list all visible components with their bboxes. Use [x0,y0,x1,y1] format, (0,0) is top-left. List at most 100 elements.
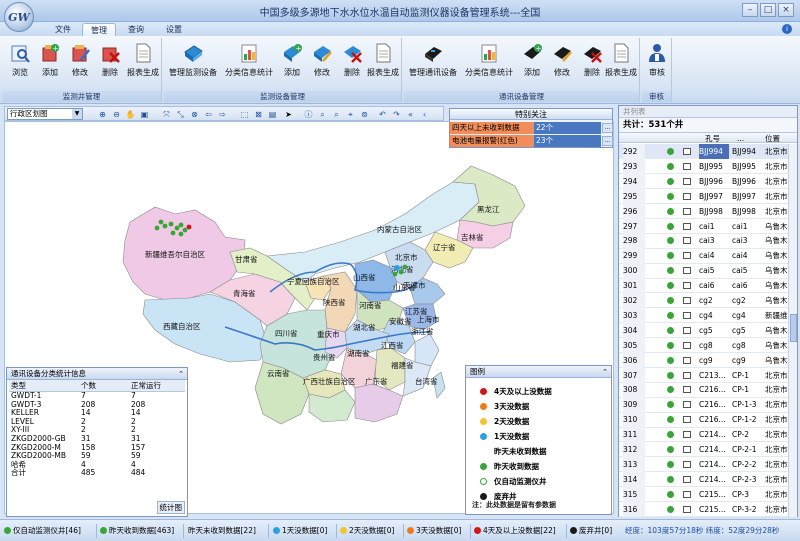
well-row[interactable]: 308 C216... CP-1 北京市 [619,382,789,398]
maximize-button[interactable]: □ [760,3,776,17]
well-row[interactable]: 314 C214... CP-2-3 北京市 [619,471,789,488]
grid-icon[interactable] [683,311,691,319]
well-row[interactable]: 294 BJJ996 BJJ996 北京市 [619,173,789,190]
well-marker[interactable] [178,231,184,237]
clear-selection-icon[interactable]: ⊠ [253,109,264,120]
stats-chart-button[interactable]: 统计图 [156,501,185,514]
col-ellipsis[interactable]: ... [737,133,744,144]
grid-icon[interactable] [683,401,691,409]
grid-icon[interactable] [683,416,691,424]
monitor-category-stats-button[interactable]: 分类信息统计 [222,40,276,88]
special-row-no-data[interactable]: 四天以上未收到数据 22个 ... [450,122,614,134]
grid-icon[interactable] [683,371,691,379]
redo-icon[interactable]: ↷ [391,109,402,120]
well-marker[interactable] [402,264,408,270]
pointer-icon[interactable]: ➤ [283,109,294,120]
close-button[interactable]: × [778,3,794,17]
monitor-report-button[interactable]: 报表生成 [366,40,400,88]
next-extent-icon[interactable]: ‹ [419,109,430,120]
well-row[interactable]: 296 BJJ998 BJJ998 北京市 [619,203,789,219]
well-marker[interactable] [162,223,168,229]
table-row[interactable]: ZKGD2000-MB 59 59 [9,452,185,461]
fixed-zoom-in-icon[interactable]: ⤧ [161,109,172,120]
table-row[interactable]: 哈希 4 4 [9,460,185,470]
well-row[interactable]: 293 BJJ995 BJJ995 北京市 [619,158,789,175]
comm-category-stats-button[interactable]: 分类信息统计 [462,40,516,88]
well-report-button[interactable]: 报表生成 [126,40,160,88]
province-zhejiang[interactable] [414,333,440,367]
undo-icon[interactable]: ↶ [377,109,388,120]
grid-icon[interactable] [683,162,691,170]
well-row[interactable]: 301 cai6 cai6 乌鲁木 [619,278,789,294]
delete-comm-device-button[interactable]: 删除 [578,40,606,88]
back-arrow-icon[interactable]: ⇦ [203,109,214,120]
minimize-button[interactable]: – [742,3,758,17]
forward-arrow-icon[interactable]: ⇨ [217,109,228,120]
grid-icon[interactable] [683,460,691,468]
edit-monitor-device-button[interactable]: 修改 [308,40,336,88]
grid-icon[interactable] [683,192,691,200]
well-marker[interactable] [154,225,160,231]
pan-hand-icon[interactable]: ✋ [125,109,136,120]
well-row[interactable]: 311 C214... CP-2 北京市 [619,427,789,443]
grid-icon[interactable] [683,341,691,349]
grid-icon[interactable] [683,252,691,260]
full-extent-icon[interactable]: ▣ [139,109,150,120]
well-row[interactable]: 304 cg5 cg5 乌鲁木 [619,322,789,339]
well-marker[interactable] [186,224,192,230]
col-location[interactable]: 位置 [765,133,780,144]
col-running[interactable]: 正常运行 [129,380,185,392]
well-marker[interactable] [168,221,174,227]
browse-wells-button[interactable]: 浏览 [6,40,34,88]
well-row[interactable]: 305 cg8 cg8 乌鲁木 [619,337,789,354]
grid-icon[interactable] [683,475,691,483]
table-row[interactable]: LEVEL 2 2 [9,417,185,427]
comm-report-button[interactable]: 报表生成 [604,40,638,88]
well-row[interactable]: 313 C214... CP-2-2 北京市 [619,456,789,473]
grid-icon[interactable] [683,177,691,185]
well-row[interactable]: 315 C215... CP-3 北京市 [619,486,789,503]
edit-comm-device-button[interactable]: 修改 [548,40,576,88]
well-row[interactable]: 295 BJJ997 BJJ997 北京市 [619,188,789,205]
edit-well-button[interactable]: 修改 [66,40,94,88]
grid-icon[interactable] [683,297,691,304]
zoom-out-icon[interactable]: ⊖ [111,109,122,120]
grid-icon[interactable] [683,267,691,275]
add-well-button[interactable]: + 添加 [36,40,64,88]
well-marker[interactable] [392,271,398,277]
well-marker[interactable] [394,265,400,271]
manage-monitor-device-button[interactable]: 管理监测设备 [166,40,220,88]
grid-icon[interactable] [683,282,691,290]
well-row[interactable]: 297 cai1 cai1 乌鲁木 [619,218,789,234]
help-icon[interactable]: i [782,24,792,34]
grid-icon[interactable] [683,431,691,439]
zoom-extent-icon[interactable]: ⊗ [189,109,200,120]
audit-button[interactable]: 审核 [643,40,671,88]
tab-query[interactable]: 查询 [118,23,154,36]
well-row[interactable]: 307 C213... CP-1 北京市 [619,367,789,383]
well-row[interactable]: 303 cg4 cg4 新疆维 [619,307,789,324]
grid-icon[interactable] [683,356,691,364]
well-list-scrollbar[interactable] [788,144,797,517]
well-row[interactable]: 300 cai5 cai5 乌鲁木 [619,263,789,279]
app-logo[interactable]: GW [4,2,34,32]
zoom-in-icon[interactable]: ⊕ [97,109,108,120]
tab-file[interactable]: 文件 [44,23,82,36]
grid-icon[interactable] [683,326,691,334]
table-row[interactable]: KELLER 14 14 [9,409,185,418]
select-features-icon[interactable]: ⬚ [239,109,250,120]
find-icon[interactable]: ⌕ [317,109,328,120]
delete-monitor-device-button[interactable]: 删除 [338,40,366,88]
well-row[interactable]: 298 cai3 cai3 乌鲁木 [619,233,789,249]
col-hole-number[interactable]: 孔号 [705,133,720,144]
well-row[interactable]: 310 C216... CP-1-2 北京市 [619,412,789,428]
grid-icon[interactable] [683,490,691,498]
manage-comm-device-button[interactable]: 管理通讯设备 [406,40,460,88]
special-row-battery[interactable]: 电池电量报警(红色) 23个 ... [450,135,614,147]
well-row[interactable]: 292 BJJ994 BJJ994 北京市 [619,144,789,160]
province-guangdong[interactable] [354,383,404,423]
delete-well-button[interactable]: 删除 [96,40,124,88]
well-row[interactable]: 316 C215... CP-3-2 北京市 [619,501,789,517]
grid-icon[interactable] [683,148,691,155]
add-comm-device-button[interactable]: + 添加 [518,40,546,88]
